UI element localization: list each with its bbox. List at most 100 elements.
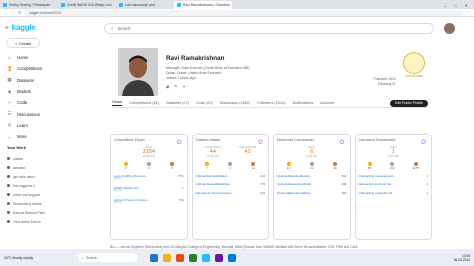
- your-work-item[interactable]: this suggests it: [0, 181, 74, 190]
- card-list-item[interactable]: Optimal-RecostWarsRate... 179: [196, 182, 266, 186]
- rank-block: Rank 3154 of 199,334: [143, 145, 155, 158]
- sidebar-item-label: Competitions: [17, 66, 43, 72]
- sidebar-item-discussions[interactable]: ☰ Discussions: [0, 108, 74, 119]
- card-list-item[interactable]: References and learning... 1: [359, 182, 429, 186]
- your-work-item[interactable]: mlstwo: [0, 154, 74, 163]
- avatar[interactable]: [444, 23, 455, 34]
- tab-account[interactable]: Account: [320, 101, 334, 105]
- item-text: Onboarding materials and...: [359, 174, 396, 178]
- item-score: 594: [341, 174, 347, 178]
- sidebar-item-datasets[interactable]: ▦ Datasets: [0, 75, 74, 86]
- search-input[interactable]: ⌕ Search: [104, 23, 434, 34]
- browser-tab[interactable]: Credit WAGE IGA Wisdp.com: [58, 1, 116, 9]
- your-work-item[interactable]: aewatcd: [0, 163, 74, 172]
- sidebar-item-models[interactable]: ◈ Models: [0, 86, 74, 97]
- link-icon[interactable]: ⚭: [182, 84, 185, 89]
- item-name: DateCluster-Preprocessed...: [195, 190, 234, 195]
- card-list-item[interactable]: DelayingEducationalReg... 383: [277, 191, 347, 195]
- menu-icon[interactable]: ⋮: [466, 10, 470, 15]
- reload-icon[interactable]: ↻: [18, 10, 21, 15]
- item-sub: Top 1%: [114, 178, 122, 181]
- tab-code[interactable]: Code (23): [196, 101, 213, 105]
- sidebar-nav: ⌂ Home 🏆 Competitions ▦ Datasets ◈ Models ‹› Code…: [0, 52, 74, 142]
- your-work-item[interactable]: View Active Events: [0, 217, 74, 226]
- github-icon[interactable]: ◉: [166, 84, 169, 89]
- models-icon: ◈: [7, 88, 12, 94]
- your-work-item[interactable]: prime one suggest: [0, 190, 74, 199]
- sidebar-item-home[interactable]: ⌂ Home: [0, 52, 74, 63]
- browser-tab[interactable]: Hobby Sewing / Phrasepad: [0, 1, 58, 9]
- taskbar-app-icon[interactable]: [215, 253, 223, 262]
- maximize-icon[interactable]: □: [454, 3, 456, 8]
- item-sub: Top 7%: [114, 202, 122, 205]
- profile-tabs: Home Competitions (51) Datasets (27) Code (…: [112, 99, 428, 108]
- card-list-item[interactable]: Optimal-Ensemble-Model... 498: [277, 182, 347, 187]
- medal-value: 50: [367, 166, 372, 170]
- medal-row: 50 193 1175: [359, 162, 429, 170]
- medal-value: 193: [389, 166, 395, 170]
- home-icon: ⌂: [8, 55, 11, 61]
- sidebar-item-label: Code: [17, 100, 28, 106]
- taskbar-app-icon[interactable]: [228, 253, 236, 262]
- your-work-item[interactable]: Bauusa Barbers Paint: [0, 208, 74, 217]
- browser-tab-active[interactable]: Ravi Ramakrishnan | Grandma: [174, 1, 232, 9]
- tab-followers[interactable]: Followers (1512): [257, 101, 285, 105]
- tab-title: Credit WAGE IGA Wisdp.com: [67, 3, 112, 7]
- browser-tab[interactable]: Lab manuscript and: [116, 1, 174, 9]
- dot-icon: [7, 175, 10, 179]
- forward-icon[interactable]: →: [11, 10, 15, 15]
- sidebar-item-competitions[interactable]: 🏆 Competitions: [0, 63, 74, 74]
- tab-notifications[interactable]: Notifications: [292, 101, 313, 105]
- tab-discussion[interactable]: Discussion (1502): [220, 101, 250, 105]
- sidebar-item-learn[interactable]: ◎ Learn: [0, 120, 74, 131]
- back-icon[interactable]: ←: [4, 10, 8, 15]
- close-icon[interactable]: ✕: [465, 3, 468, 8]
- clock-date[interactable]: 06-03-2024: [454, 258, 470, 262]
- tab-competitions[interactable]: Competitions (51): [129, 101, 159, 105]
- linkedin-icon[interactable]: in: [174, 84, 177, 89]
- card-list-item[interactable]: Loan Is Willing Process... Top 1% 77%: [114, 174, 184, 182]
- sidebar-item-more[interactable]: ⌄ More: [0, 131, 74, 142]
- tier-medal-icon: ✪: [257, 140, 263, 146]
- taskbar-app-icon[interactable]: [189, 253, 197, 262]
- card-list-item[interactable]: Optimal-BaselineModels... 594: [277, 174, 347, 178]
- card-list-item[interactable]: DateCluster-Preprocessed... 104: [195, 190, 266, 195]
- sidebar-item-label: Learn: [17, 122, 28, 128]
- taskbar-app-icon[interactable]: [150, 253, 158, 262]
- tab-datasets[interactable]: Datasets (27): [166, 101, 189, 105]
- tab-home[interactable]: Home: [112, 100, 123, 106]
- medal-count: 13: [309, 162, 314, 170]
- taskbar-app-icon[interactable]: [202, 253, 210, 262]
- achievement-card: Datasets Master ✪ Current Rank 44 of 130,111…: [191, 134, 269, 240]
- minimize-icon[interactable]: –: [444, 3, 446, 8]
- taskbar-search[interactable]: ⌕ Search: [78, 253, 138, 262]
- card-list-item[interactable]: eRGP Tabular Kim... Top 1% 1: [114, 186, 184, 194]
- medal-count: 8: [169, 162, 174, 170]
- weather-widget[interactable]: 26°C Mostly cloudy: [4, 256, 74, 260]
- card-list-item[interactable]: Onboarding materials and... 1: [359, 174, 429, 178]
- taskbar-app-icon[interactable]: [176, 253, 184, 262]
- your-work-list: mlstwo aewatcd gen-sale-demo this suggests …: [0, 154, 74, 226]
- sidebar-item-code[interactable]: ‹› Code: [0, 97, 74, 108]
- medal-row: 19 13 49: [277, 162, 347, 170]
- card-list-item[interactable]: CAFA 4 Protein Function... Top 7% 750: [114, 198, 184, 206]
- rank-sub: of 30,093: [306, 155, 318, 158]
- your-work-item[interactable]: Dissembling eksitivi: [0, 199, 74, 208]
- window-controls: – □ ✕: [438, 1, 474, 9]
- url-field[interactable]: kaggle.com/ravi20076: [24, 9, 463, 16]
- favicon-icon: [61, 3, 65, 7]
- medal-count: 7: [205, 162, 210, 170]
- card-list-item[interactable]: Optimal-MetricsRelated... 214: [196, 174, 266, 178]
- kaggle-logo[interactable]: kaggle: [12, 23, 36, 32]
- achievement-card: Competitions Expert ✪ Rank 3154 of 199,334 0 4…: [110, 134, 188, 240]
- item-text: Optimal-MetricsRelated...: [196, 174, 230, 178]
- dot-icon: [7, 202, 10, 206]
- hamburger-icon[interactable]: ☰: [5, 25, 9, 30]
- item-text: CAFA 4 Protein Function... Top 7%: [114, 198, 149, 206]
- your-work-item[interactable]: gen-sale-demo: [0, 172, 74, 181]
- edit-profile-button[interactable]: Edit Public Profile: [389, 99, 428, 107]
- create-button[interactable]: + Create: [6, 38, 40, 48]
- item-name: Optimal-Ensemble-Model...: [277, 182, 314, 187]
- card-list-item[interactable]: Onboarding materials Ind... 1: [359, 191, 429, 195]
- taskbar-app-icon[interactable]: [163, 253, 171, 262]
